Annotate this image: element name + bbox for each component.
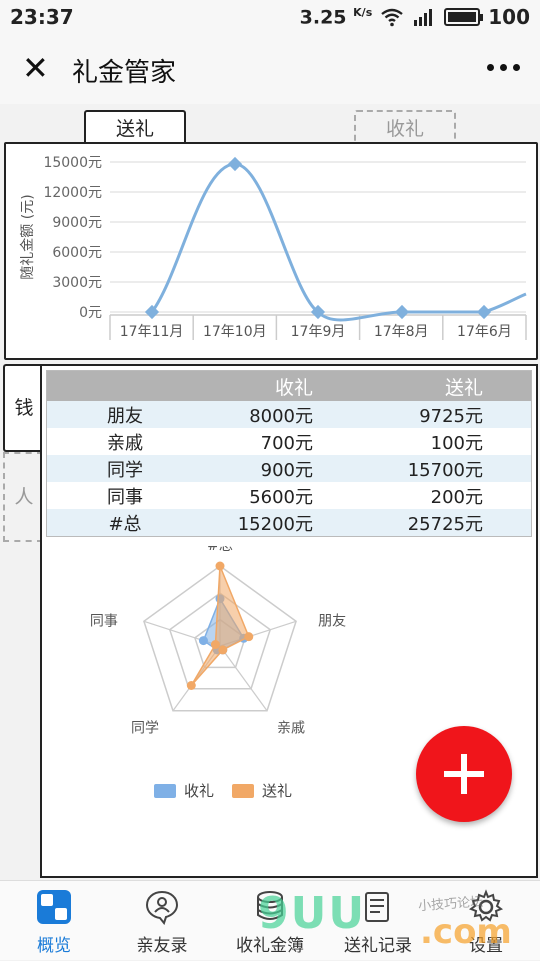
radar-axis-label: 朋友 — [318, 613, 346, 629]
row-label: 亲戚 — [107, 432, 143, 454]
row-sent: 200元 — [430, 486, 483, 508]
y-tick-label: 6000元 — [52, 245, 102, 261]
x-tick-label: 17年9月 — [291, 324, 346, 340]
x-tick-label: 17年10月 — [203, 324, 267, 340]
y-tick-label: 0元 — [79, 305, 102, 321]
nav-contacts[interactable]: 亲友录 — [108, 881, 216, 961]
add-record-button[interactable] — [416, 726, 512, 822]
radar-spoke — [219, 645, 268, 712]
row-label: 同事 — [107, 486, 143, 508]
legend-label: 收礼 — [184, 782, 214, 800]
radar-point — [215, 561, 225, 571]
side-tab-money[interactable]: 钱 — [3, 364, 43, 452]
network-speed-value: 3.25 — [299, 6, 347, 29]
contacts-icon — [145, 890, 179, 925]
x-tick-label: 17年6月 — [457, 324, 512, 340]
battery-icon — [444, 8, 484, 26]
table-header: 收礼 送礼 — [47, 371, 531, 401]
amount-line-chart: 15000元 12000元 9000元 6000元 3000元 0元 随礼金额 (元) 17年… — [4, 142, 538, 360]
close-icon[interactable]: ✕ — [22, 52, 49, 84]
signal-icon — [414, 9, 433, 26]
nav-sent-records[interactable]: 送礼记录 — [324, 881, 432, 961]
nav-overview[interactable]: 概览 — [0, 881, 108, 961]
table-row: #总 15200元 25725元 — [47, 509, 531, 536]
row-sent: 15700元 — [407, 459, 483, 481]
network-speed-unit: K/s — [353, 5, 373, 19]
page-title: 礼金管家 — [72, 58, 177, 88]
legend-swatch — [154, 784, 176, 798]
data-point — [394, 304, 410, 320]
y-tick-label: 9000元 — [52, 215, 102, 231]
nav-label: 送礼记录 — [344, 936, 412, 956]
table-row: 朋友 8000元 9725元 — [47, 401, 531, 428]
summary-table: 收礼 送礼 朋友 8000元 9725元 亲戚 700元 100元 同学 900… — [46, 370, 532, 537]
radar-axis-label: #总 — [207, 546, 233, 554]
y-tick-label: 12000元 — [43, 185, 102, 201]
radar-axis-label: 同事 — [90, 613, 118, 629]
row-received: 700元 — [260, 432, 313, 454]
tab-send-gift[interactable]: 送礼 — [84, 110, 186, 146]
row-label: 同学 — [107, 459, 143, 481]
radar-point — [186, 680, 196, 690]
row-sent: 25725元 — [407, 513, 483, 535]
nav-label: 概览 — [37, 936, 71, 956]
row-label: 朋友 — [107, 405, 143, 427]
radar-point — [198, 636, 208, 646]
row-received: 5600元 — [249, 486, 313, 508]
data-point — [227, 156, 243, 172]
radar-point — [210, 640, 220, 650]
nav-label: 亲友录 — [136, 936, 188, 956]
record-icon — [365, 892, 389, 922]
nav-received-book[interactable]: 收礼金簿 — [216, 881, 324, 961]
row-received: 900元 — [260, 459, 313, 481]
legend-label: 送礼 — [262, 782, 292, 800]
x-tick-label: 17年11月 — [120, 324, 184, 340]
row-label: #总 — [108, 513, 142, 535]
data-point — [476, 304, 492, 320]
row-received: 15200元 — [237, 513, 313, 535]
radar-axis-label: 亲戚 — [277, 721, 305, 737]
line-chart-svg: 15000元 12000元 9000元 6000元 3000元 0元 随礼金额 (元) 17年… — [20, 155, 527, 340]
x-tick-label: 17年8月 — [374, 324, 429, 340]
nav-settings[interactable]: 设置 — [432, 881, 540, 961]
tab-receive-gift[interactable]: 收礼 — [354, 110, 456, 146]
battery-level: 100 — [488, 5, 530, 29]
header-cell-received: 收礼 — [274, 376, 313, 399]
status-indicators: 3.25 K/s 100 — [300, 5, 530, 29]
title-bar: ✕ 礼金管家 — [0, 34, 540, 104]
y-tick-label: 3000元 — [52, 275, 102, 291]
more-options-icon[interactable] — [487, 64, 520, 71]
status-time: 23:37 — [10, 5, 74, 29]
bottom-nav: 概览 亲友录 收礼金簿 送礼记录 设置 — [0, 880, 540, 960]
y-tick-label: 15000元 — [43, 155, 102, 171]
nav-label: 收礼金簿 — [236, 936, 304, 956]
y-axis-label: 随礼金额 (元) — [20, 194, 36, 279]
nav-label: 设置 — [469, 936, 503, 956]
legend-swatch — [232, 784, 254, 798]
radar-point — [244, 632, 254, 642]
row-sent: 9725元 — [419, 405, 483, 427]
row-received: 8000元 — [249, 405, 313, 427]
network-speed: 3.25 K/s — [300, 6, 373, 28]
status-bar: 23:37 3.25 K/s 100 — [0, 0, 540, 34]
side-tab-person[interactable]: 人 — [3, 452, 43, 542]
series-line — [150, 162, 527, 322]
radar-axis-label: 同学 — [131, 721, 159, 737]
header-cell-sent: 送礼 — [444, 376, 483, 399]
wifi-icon — [381, 8, 403, 27]
type-tabs: 送礼 收礼 — [0, 104, 540, 146]
table-row: 亲戚 700元 100元 — [47, 428, 531, 455]
coins-icon — [257, 891, 283, 920]
radar-point — [218, 645, 228, 655]
gear-icon — [468, 889, 504, 922]
overview-icon — [37, 890, 71, 924]
table-row: 同事 5600元 200元 — [47, 482, 531, 509]
table-row: 同学 900元 15700元 — [47, 455, 531, 482]
row-sent: 100元 — [430, 432, 483, 454]
